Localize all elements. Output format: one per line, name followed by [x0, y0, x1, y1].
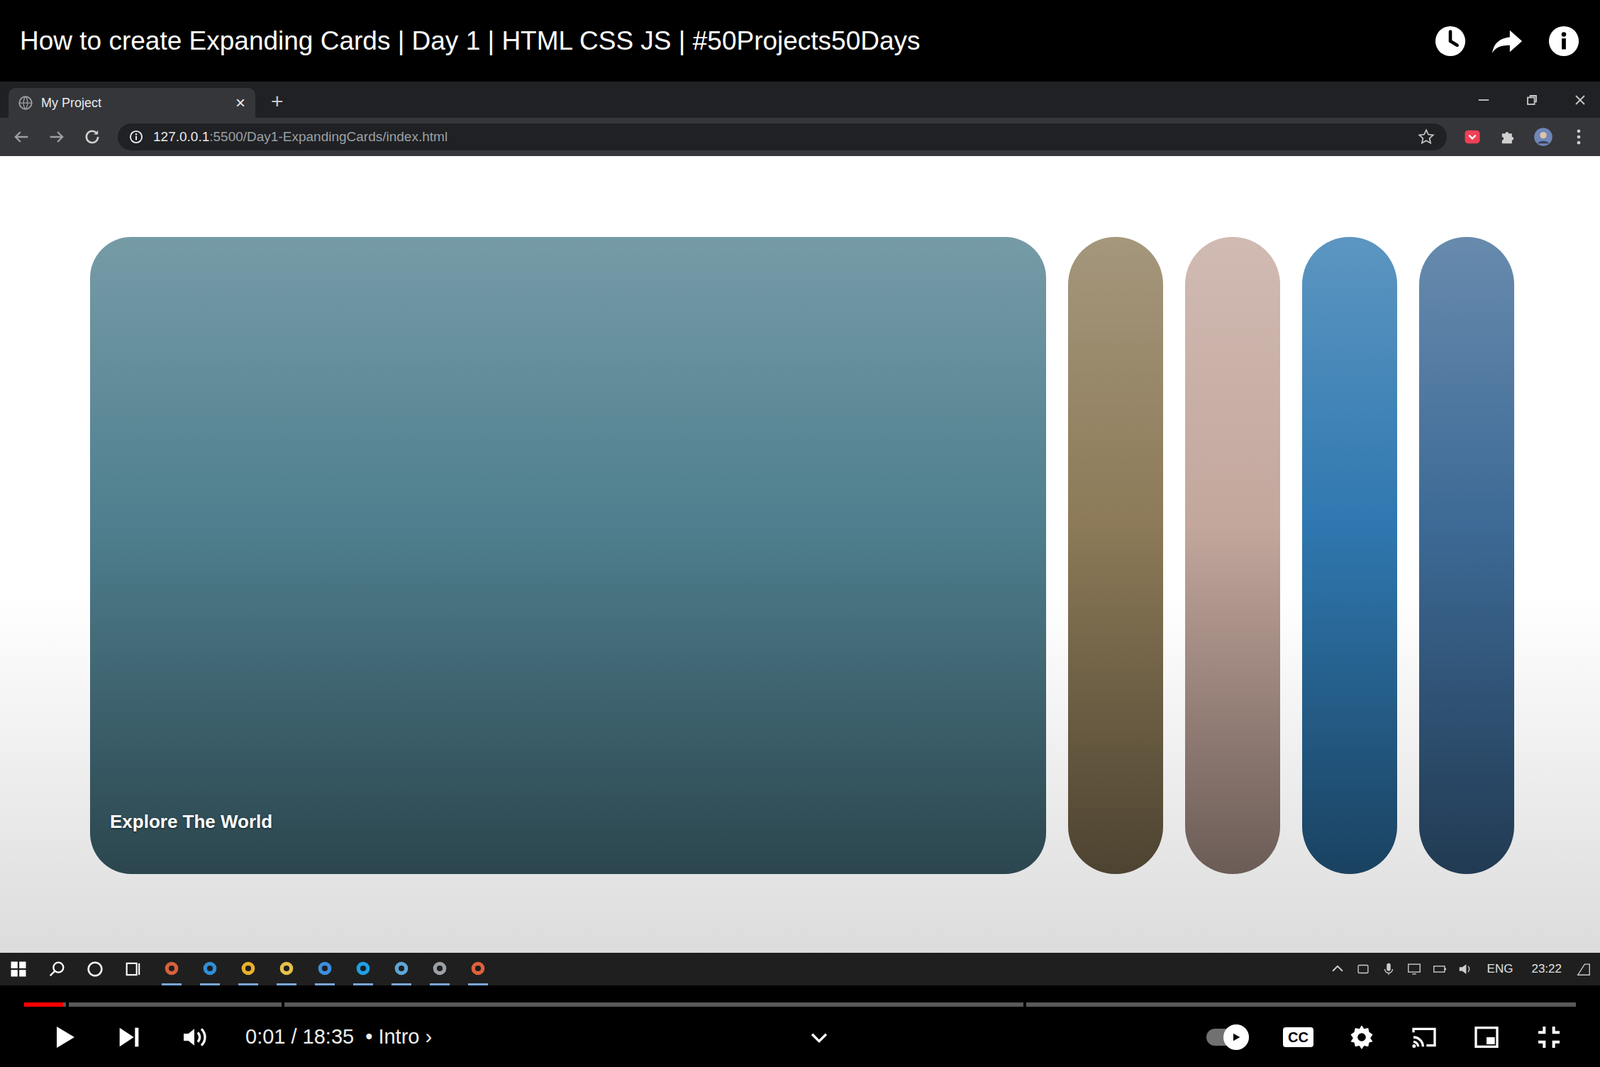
- card-title: Explore The World: [109, 810, 273, 833]
- taskbar-app[interactable]: [429, 952, 450, 986]
- video-player-controls: 0:01 / 18:35 • Intro › CC: [0, 985, 1600, 1067]
- task-view-icon[interactable]: [123, 958, 144, 979]
- taskbar-app[interactable]: [353, 952, 374, 986]
- taskbar-app[interactable]: [161, 952, 182, 986]
- windows-start-icon[interactable]: [8, 958, 29, 979]
- video-title-bar: How to create Expanding Cards | Day 1 | …: [0, 0, 1600, 82]
- menu-dots-icon[interactable]: [1568, 126, 1589, 147]
- restore-icon[interactable]: [1523, 91, 1541, 109]
- back-arrow-icon[interactable]: [11, 126, 32, 147]
- site-info-icon[interactable]: [129, 129, 144, 144]
- time-display: 0:01 / 18:35: [245, 1024, 354, 1049]
- bookmark-star-icon[interactable]: [1417, 127, 1436, 147]
- card-container: Explore The World: [90, 236, 1600, 874]
- close-icon[interactable]: [1571, 91, 1589, 109]
- app-icon: [353, 958, 374, 979]
- card[interactable]: [1185, 236, 1281, 874]
- app-icon: [314, 958, 335, 979]
- speaker-icon[interactable]: [1457, 960, 1474, 977]
- autoplay-knob: [1223, 1024, 1249, 1050]
- clock-time[interactable]: 23:22: [1526, 961, 1566, 976]
- volume-icon[interactable]: [180, 1022, 209, 1052]
- windows-taskbar: ENG 23:22: [0, 952, 1600, 986]
- cast-icon[interactable]: [1409, 1022, 1439, 1052]
- minimize-icon[interactable]: [1475, 91, 1493, 109]
- app-icon: [391, 958, 412, 979]
- autoplay-play-icon: [1230, 1031, 1242, 1043]
- tab-close-button[interactable]: ×: [235, 92, 246, 113]
- captions-button[interactable]: CC: [1282, 1026, 1314, 1047]
- taskbar-app[interactable]: [314, 952, 335, 986]
- screen: How to create Expanding Cards | Day 1 | …: [0, 0, 1600, 1067]
- progress-fill: [24, 1002, 64, 1007]
- browser-tab-strip: My Project × +: [0, 81, 1600, 118]
- app-icon: [200, 958, 220, 979]
- search-icon[interactable]: [46, 958, 67, 979]
- taskbar-app[interactable]: [238, 952, 259, 986]
- extensions-puzzle-icon[interactable]: [1497, 126, 1518, 147]
- browser-toolbar: 127.0.0.1:5500/Day1-ExpandingCards/index…: [0, 117, 1600, 157]
- pocket-icon[interactable]: [1462, 126, 1483, 147]
- app-icon: [161, 958, 182, 979]
- next-icon[interactable]: [114, 1022, 144, 1052]
- language-indicator[interactable]: ENG: [1482, 961, 1518, 976]
- chevron-down-icon[interactable]: [807, 1024, 832, 1049]
- chapter-segment[interactable]: [1026, 1002, 1576, 1007]
- chapter-button[interactable]: • Intro ›: [365, 1024, 432, 1049]
- taskbar-app[interactable]: [276, 952, 297, 986]
- autoplay-toggle[interactable]: [1206, 1028, 1249, 1046]
- tray-chevron-icon[interactable]: [1329, 960, 1346, 977]
- chapter-segment[interactable]: [68, 1002, 282, 1007]
- web-page: Explore The World: [0, 156, 1600, 953]
- battery-icon[interactable]: [1431, 960, 1448, 977]
- card[interactable]: [1302, 236, 1398, 874]
- info-icon[interactable]: [1547, 24, 1581, 58]
- card[interactable]: Explore The World: [90, 236, 1047, 874]
- microphone-icon[interactable]: [1380, 960, 1397, 977]
- progress-bar[interactable]: [24, 1002, 1576, 1007]
- browser-tab[interactable]: My Project ×: [8, 87, 256, 118]
- meet-now-icon[interactable]: [1355, 960, 1371, 977]
- url-text[interactable]: 127.0.0.1:5500/Day1-ExpandingCards/index…: [153, 129, 1408, 145]
- taskbar-app[interactable]: [391, 952, 412, 986]
- card[interactable]: [1068, 236, 1164, 874]
- share-icon[interactable]: [1490, 24, 1524, 58]
- app-icon: [238, 958, 259, 979]
- forward-arrow-icon[interactable]: [46, 126, 67, 147]
- app-icon: [429, 958, 450, 979]
- cortana-icon[interactable]: [85, 958, 105, 979]
- app-icon: [276, 958, 297, 979]
- play-icon[interactable]: [49, 1022, 79, 1052]
- watch-later-icon[interactable]: [1434, 24, 1467, 58]
- exit-fullscreen-icon[interactable]: [1534, 1022, 1564, 1052]
- new-tab-button[interactable]: +: [270, 89, 284, 114]
- notifications-icon[interactable]: [1575, 960, 1592, 977]
- network-icon[interactable]: [1406, 960, 1422, 977]
- tab-label[interactable]: My Project: [41, 95, 227, 111]
- settings-gear-icon[interactable]: [1347, 1022, 1376, 1052]
- card[interactable]: [1419, 236, 1515, 874]
- video-title[interactable]: How to create Expanding Cards | Day 1 | …: [19, 26, 921, 57]
- address-bar[interactable]: 127.0.0.1:5500/Day1-ExpandingCards/index…: [117, 123, 1447, 151]
- reload-icon[interactable]: [82, 126, 103, 147]
- profile-avatar-icon[interactable]: [1533, 126, 1554, 147]
- miniplayer-icon[interactable]: [1472, 1022, 1501, 1052]
- taskbar-app[interactable]: [468, 952, 488, 986]
- globe-icon: [18, 95, 33, 110]
- app-icon: [468, 958, 488, 979]
- chapter-segment[interactable]: [284, 1002, 1024, 1007]
- taskbar-app[interactable]: [200, 952, 220, 986]
